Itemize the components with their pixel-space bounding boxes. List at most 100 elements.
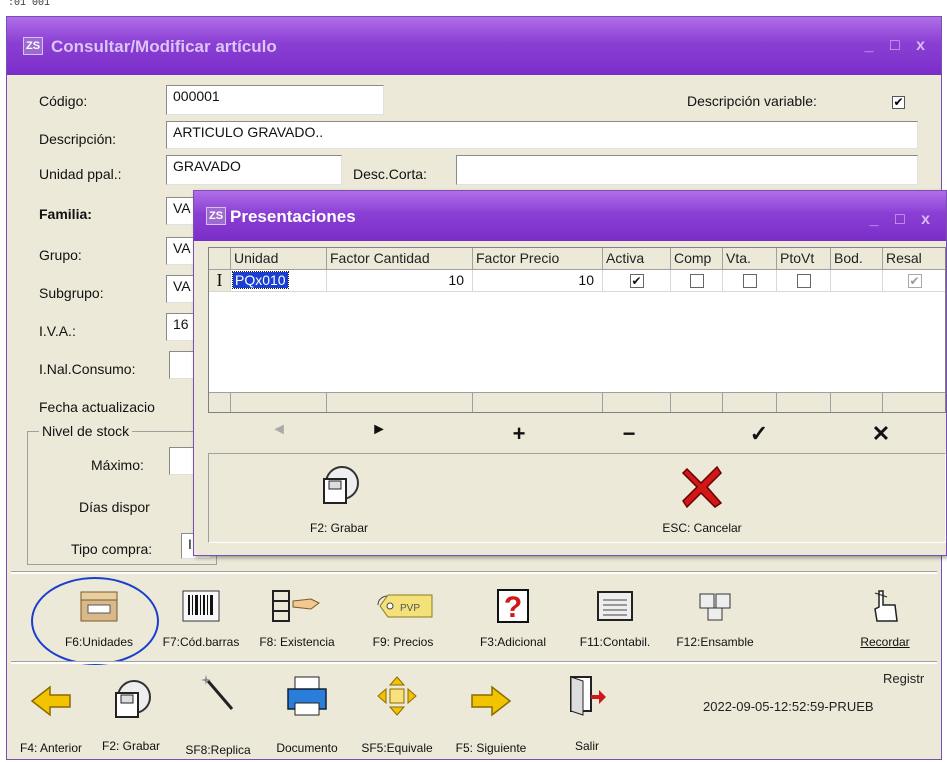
dialog-save-label: F2: Grabar: [309, 521, 369, 535]
accounting-button-label: F11:Contabil.: [579, 635, 651, 649]
prev-button[interactable]: F4: Anterior: [11, 671, 91, 755]
row-header-corner: [209, 248, 231, 270]
highlight-circle: [31, 577, 159, 665]
additional-button-label: F3:Adicional: [479, 635, 547, 649]
column-header-vta[interactable]: Vta.: [723, 248, 777, 270]
dialog-title: Presentaciones: [230, 207, 356, 226]
nav-cancel-button[interactable]: ✕: [866, 421, 896, 447]
column-header-activa[interactable]: Activa: [603, 248, 671, 270]
barcode-button-label: F7:Cód.barras: [162, 635, 240, 649]
additional-button[interactable]: ? F3:Adicional: [465, 587, 561, 651]
ptovt-checkbox[interactable]: [796, 274, 811, 288]
equivalent-button[interactable]: SF5:Equivale: [349, 671, 445, 755]
assembly-button-label: F12:Ensamble: [676, 635, 754, 649]
replicate-button-label: SF8:Replica: [185, 743, 251, 757]
price-tag-icon: PVP: [377, 594, 433, 618]
barcode-icon: [182, 590, 220, 622]
column-header-resal[interactable]: Resal: [883, 248, 945, 270]
familia-label: Familia:: [39, 206, 92, 222]
replicate-button[interactable]: SF8:Replica: [173, 671, 263, 757]
exit-button-label: Salir: [574, 739, 599, 753]
prev-button-label: F4: Anterior: [19, 741, 83, 755]
remind-button[interactable]: Recordar: [843, 587, 927, 651]
save-button[interactable]: F2: Grabar: [91, 671, 171, 753]
comp-checkbox[interactable]: [689, 274, 704, 288]
codigo-field[interactable]: 000001: [166, 85, 384, 115]
registro-label: Registr: [883, 671, 925, 686]
column-header-factor-precio[interactable]: Factor Precio: [473, 248, 603, 270]
vta-checkbox[interactable]: [742, 274, 757, 288]
document-button[interactable]: Documento: [265, 671, 349, 755]
cell-bod[interactable]: [831, 270, 883, 292]
cell-resal[interactable]: ✔: [883, 270, 945, 292]
dialog-save-button[interactable]: F2: Grabar: [284, 463, 394, 537]
cell-activa[interactable]: ✔: [603, 270, 671, 292]
svg-text:PVP: PVP: [400, 603, 420, 614]
resal-checkbox[interactable]: ✔: [907, 274, 922, 288]
footer-cell: [883, 392, 945, 412]
footer-cell: [723, 392, 777, 412]
descripcion-field[interactable]: ARTICULO GRAVADO..: [166, 121, 918, 149]
presentaciones-dialog: ZS Presentaciones _ □ x Unidad Factor Ca…: [193, 190, 947, 556]
nav-next-button[interactable]: ►: [364, 421, 394, 439]
save-button-label: F2: Grabar: [101, 739, 161, 753]
nav-post-button[interactable]: ✓: [744, 421, 774, 447]
desc-variable-label: Descripción variable:: [687, 93, 817, 109]
column-header-bod[interactable]: Bod.: [831, 248, 883, 270]
fecha-label: Fecha actualizacio: [39, 399, 155, 415]
dialog-titlebar[interactable]: ZS Presentaciones _ □ x: [194, 191, 946, 241]
nav-first-button[interactable]: ◄: [264, 421, 294, 439]
prices-button[interactable]: PVP F9: Precios: [355, 587, 451, 651]
cell-factor-cantidad[interactable]: 10: [327, 270, 473, 292]
arrow-right-icon: [471, 685, 512, 717]
main-titlebar[interactable]: ZS Consultar/Modificar artículo _ □ x: [7, 17, 941, 75]
cell-vta[interactable]: [723, 270, 777, 292]
footer-cell: [831, 392, 883, 412]
assembly-button[interactable]: F12:Ensamble: [667, 587, 763, 651]
nivel-stock-label: Nivel de stock: [39, 423, 133, 439]
cancel-x-icon: [681, 465, 723, 509]
exit-button[interactable]: Salir: [547, 671, 627, 753]
footer-cell: [603, 392, 671, 412]
codigo-label: Código:: [39, 93, 88, 109]
desc-corta-label: Desc.Corta:: [353, 166, 427, 182]
document-button-label: Documento: [276, 741, 338, 755]
dialog-window-controls[interactable]: _ □ x: [870, 211, 936, 229]
stock-button[interactable]: F8: Existencia: [249, 587, 345, 651]
cell-ptovt[interactable]: [777, 270, 831, 292]
magic-wand-icon: [201, 675, 234, 710]
dialog-cancel-button[interactable]: ESC: Cancelar: [642, 463, 762, 537]
window-controls[interactable]: _ □ x: [865, 37, 931, 55]
column-header-unidad[interactable]: Unidad: [231, 248, 327, 270]
presentaciones-grid[interactable]: Unidad Factor Cantidad Factor Precio Act…: [208, 247, 946, 413]
unidad-label: Unidad ppal.:: [39, 166, 122, 182]
stock-hand-icon: [272, 590, 320, 622]
cell-factor-precio[interactable]: 10: [473, 270, 603, 292]
column-header-ptovt[interactable]: PtoVt: [777, 248, 831, 270]
accounting-button[interactable]: F11:Contabil.: [567, 587, 663, 651]
desc-corta-field[interactable]: [456, 155, 918, 185]
cell-unidad-value: PQx010: [232, 271, 289, 289]
tipo-compra-label: Tipo compra:: [71, 541, 153, 557]
footer-cell: [671, 392, 723, 412]
cell-unidad[interactable]: PQx010: [231, 270, 327, 292]
activa-checkbox[interactable]: ✔: [629, 274, 644, 288]
next-button[interactable]: F5: Siguiente: [443, 671, 539, 755]
cell-comp[interactable]: [671, 270, 723, 292]
dialog-cancel-label: ESC: Cancelar: [662, 521, 742, 535]
nav-delete-button[interactable]: −: [614, 421, 644, 447]
footer-cell: [327, 392, 473, 412]
column-header-comp[interactable]: Comp: [671, 248, 723, 270]
consumo-label: I.Nal.Consumo:: [39, 361, 136, 377]
printer-document-icon: [287, 676, 327, 716]
background-fragment-text: :01 001: [8, 0, 51, 9]
unidad-field[interactable]: GRAVADO: [166, 155, 342, 185]
barcode-button[interactable]: F7:Cód.barras: [153, 587, 249, 651]
maximo-label: Máximo:: [91, 457, 144, 473]
nav-add-button[interactable]: +: [504, 421, 534, 447]
column-header-factor-cantidad[interactable]: Factor Cantidad: [327, 248, 473, 270]
row-indicator: I: [209, 270, 231, 292]
grupo-label: Grupo:: [39, 247, 82, 263]
background-strip: :01 001: [0, 0, 947, 16]
desc-variable-checkbox[interactable]: ✔: [892, 96, 905, 109]
